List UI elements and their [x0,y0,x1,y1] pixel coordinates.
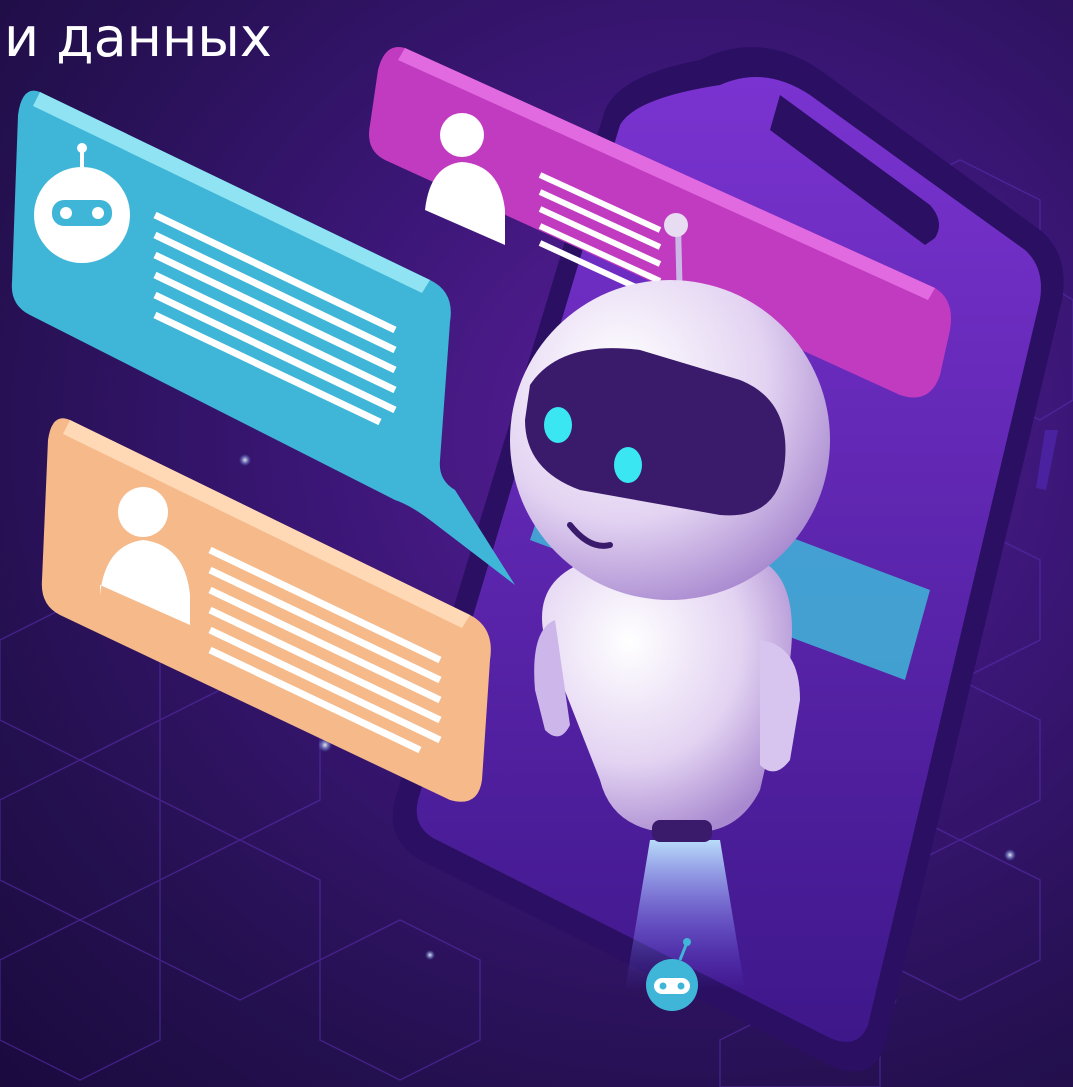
robot-left-eye [544,407,572,443]
chatbot-illustration [0,46,1073,1087]
robot-right-eye [614,447,642,483]
